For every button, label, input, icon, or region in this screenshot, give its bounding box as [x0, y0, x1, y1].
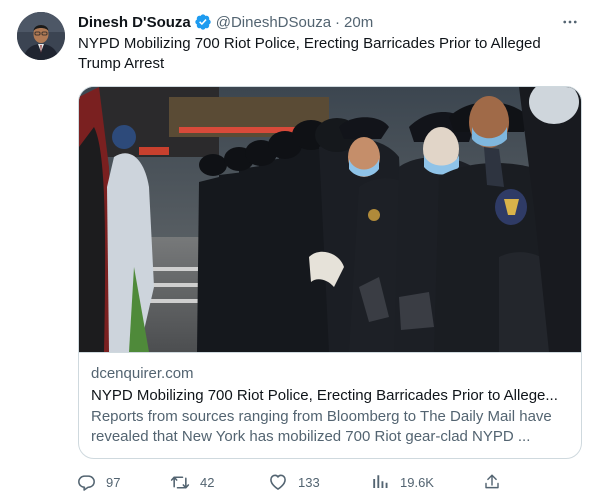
reply-button[interactable]: 97: [76, 470, 120, 494]
card-body[interactable]: dcenquirer.com NYPD Mobilizing 700 Riot …: [79, 352, 581, 458]
tweet-header: Dinesh D'Souza @DineshDSouza · 20m: [78, 12, 582, 32]
views-count: 19.6K: [400, 474, 434, 490]
author-handle[interactable]: @DineshDSouza: [216, 14, 331, 31]
action-bar: 97 42 133 19.6K: [76, 470, 508, 494]
card-title: NYPD Mobilizing 700 Riot Police, Erectin…: [91, 387, 558, 404]
tweet-text: NYPD Mobilizing 700 Riot Police, Erectin…: [78, 35, 541, 72]
more-horizontal-icon[interactable]: [560, 12, 580, 32]
header-separator: ·: [335, 13, 341, 31]
views-button[interactable]: 19.6K: [370, 470, 434, 494]
tweet-timestamp[interactable]: 20m: [344, 14, 373, 31]
share-icon: [482, 472, 502, 492]
reply-icon: [76, 472, 96, 492]
views-chart-icon: [370, 472, 390, 492]
card-description: Reports from sources ranging from Bloomb…: [91, 408, 552, 445]
retweet-count: 42: [200, 474, 215, 490]
tweet[interactable]: Dinesh D'Souza @DineshDSouza · 20m NYPD …: [0, 0, 598, 504]
card-image: [79, 87, 581, 352]
retweet-icon: [170, 472, 190, 492]
heart-icon: [268, 472, 288, 492]
like-button[interactable]: 133: [268, 470, 320, 494]
card-domain: dcenquirer.com: [91, 365, 194, 382]
share-button[interactable]: [482, 470, 502, 494]
retweet-button[interactable]: 42: [170, 470, 214, 494]
like-count: 133: [298, 474, 320, 490]
verified-badge-icon: [194, 13, 212, 31]
avatar[interactable]: [17, 12, 65, 60]
reply-count: 97: [106, 474, 121, 490]
link-card[interactable]: dcenquirer.com NYPD Mobilizing 700 Riot …: [78, 86, 582, 459]
author-display-name[interactable]: Dinesh D'Souza: [78, 14, 191, 31]
